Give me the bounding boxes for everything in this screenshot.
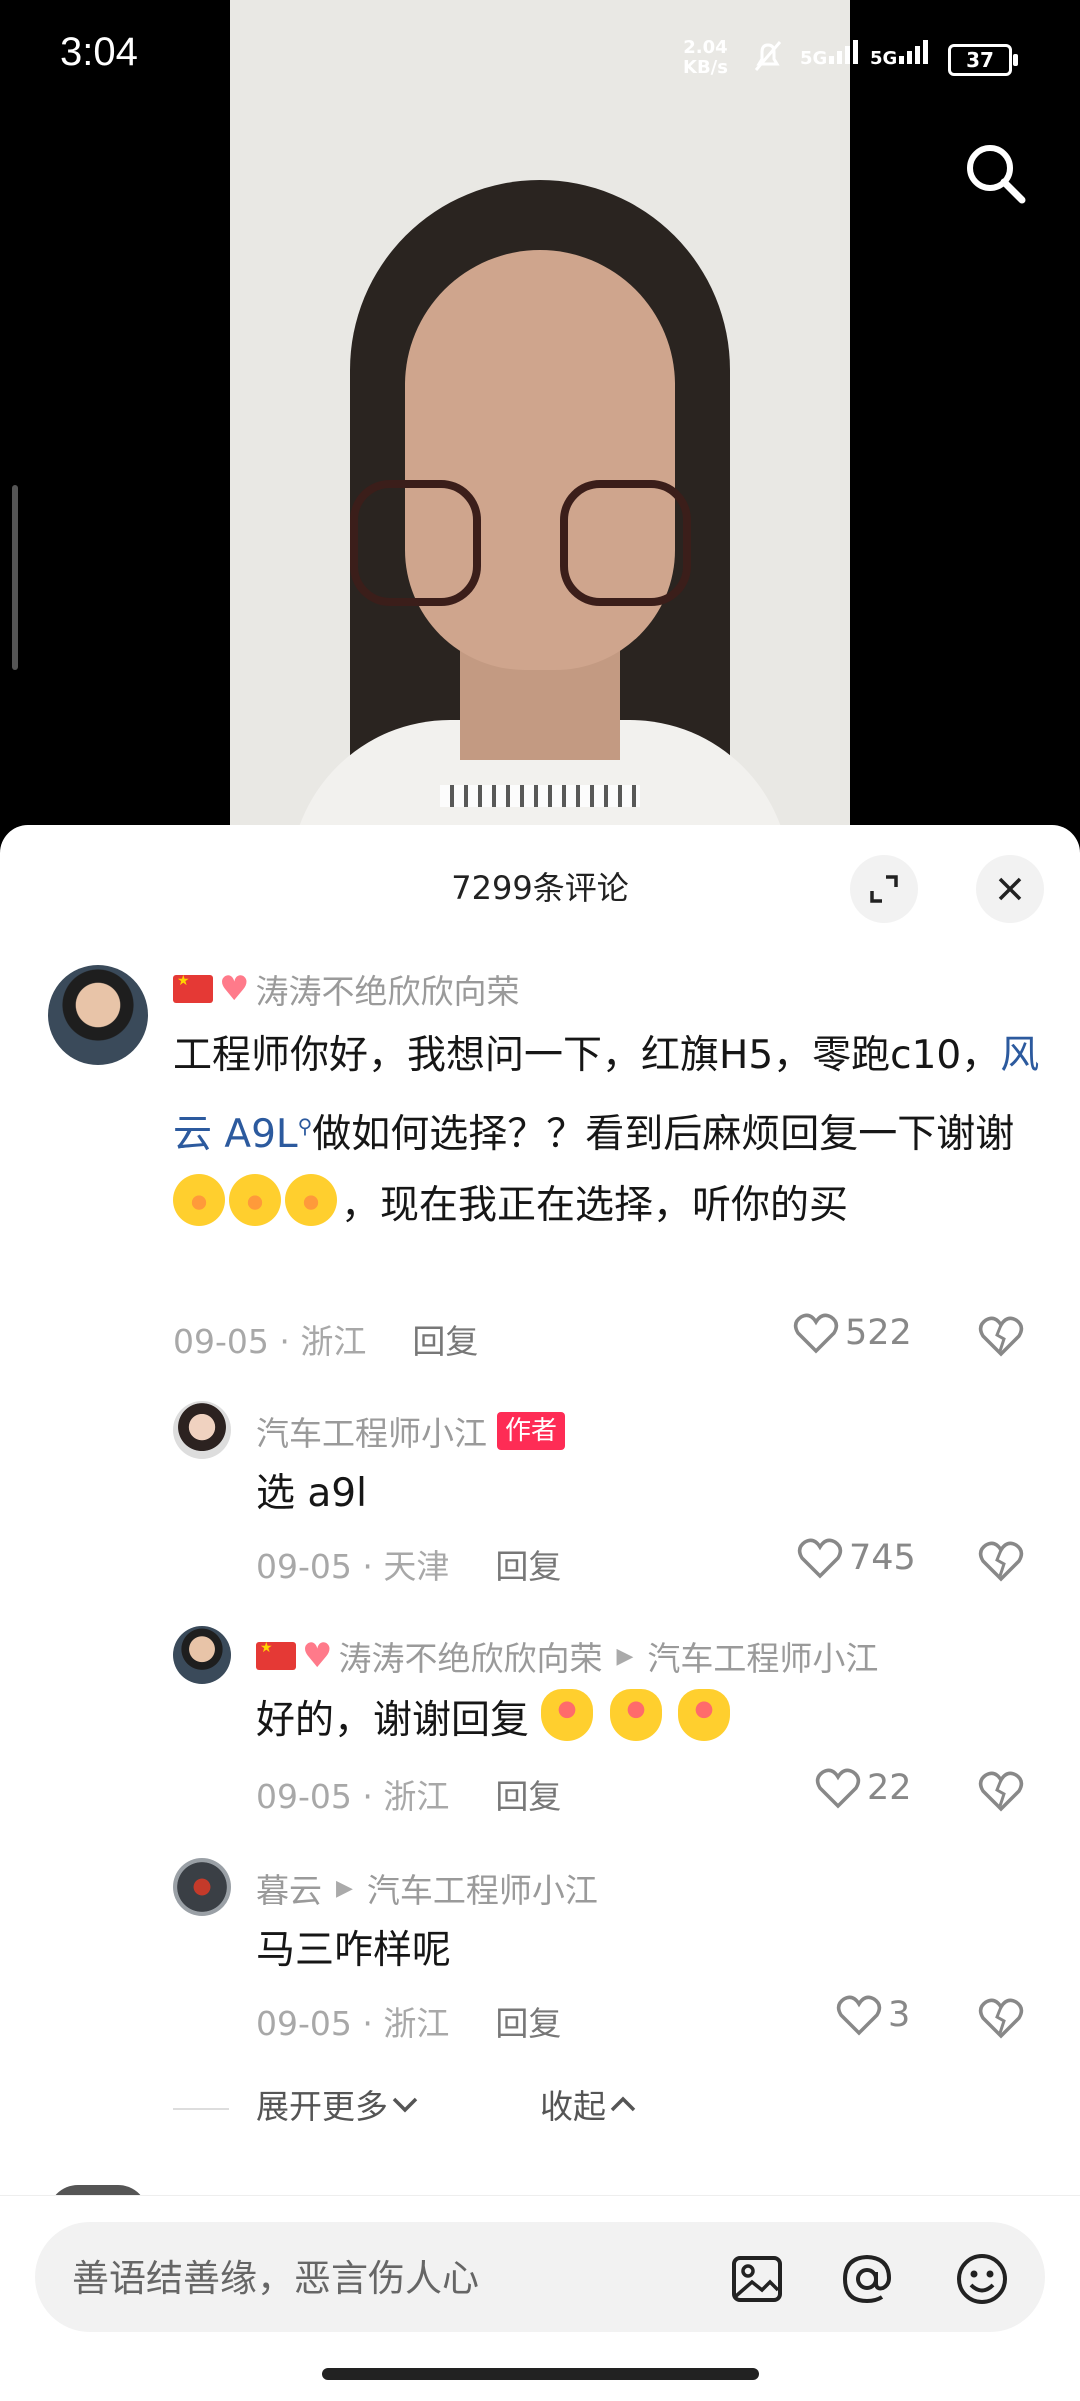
comment-username[interactable]: ♥ 涛涛不绝欣欣向荣 ▶ 汽车工程师小江 [256,1632,878,1680]
emoji-icon[interactable] [955,2252,1009,2306]
mute-bell-icon [754,41,782,71]
author-badge: 作者 [497,1412,566,1450]
reply-button[interactable]: 回复 [495,2004,561,2043]
reply-button[interactable]: 回复 [495,1777,561,1816]
like-button[interactable]: 22 [815,1767,912,1809]
heart-icon [836,1995,882,2036]
expand-icon [870,875,898,903]
comment-text: 马三咋样呢 [256,1928,452,1973]
avatar[interactable] [173,1858,231,1916]
like-button[interactable]: 745 [797,1537,916,1579]
expand-more-button[interactable]: 展开更多 [256,2080,422,2128]
like-button[interactable]: 3 [836,1994,910,2036]
like-button[interactable]: 522 [793,1312,912,1354]
comment-text: 工程师你好，我想问一下，红旗H5，零跑c10，风云 A9L⚲做如何选择？？看到后… [173,1033,1040,1228]
heart-emoji-icon: ♥ [302,1636,333,1676]
collapse-button[interactable]: 收起 [540,2080,640,2128]
crying-emoji-icon [229,1174,281,1226]
home-indicator[interactable] [322,2368,759,2380]
reply-arrow-icon: ▶ [336,1875,353,1901]
comment-text: 选 a9l [256,1471,367,1516]
comment-username[interactable]: 汽车工程师小江 作者 [256,1407,566,1455]
status-time: 3:04 [60,30,138,74]
finger-heart-emoji-icon [541,1689,594,1741]
broken-heart-icon[interactable] [978,1540,1024,1582]
comment-meta: 09-05 · 浙江 回复 [256,1777,562,1816]
avatar[interactable] [48,965,148,1065]
expand-button[interactable] [850,855,918,923]
close-icon [998,877,1022,901]
heart-emoji-icon: ♥ [219,969,250,1009]
glasses-lens-left [350,480,481,606]
video-subject-face [405,250,675,670]
battery-icon: 37 [948,44,1018,76]
chevron-down-icon [392,2097,418,2113]
network-speed: 2.04 KB/s [683,37,728,78]
crying-emoji-icon [173,1174,225,1226]
reply-button[interactable]: 回复 [412,1322,478,1361]
comment-username[interactable]: ♥ 涛涛不绝欣欣向荣 [173,965,519,1013]
comment-meta: 09-05 · 浙江 回复 [256,2004,562,2043]
comment-username[interactable]: 暮云 ▶ 汽车工程师小江 [256,1864,598,1912]
image-icon[interactable] [730,2252,784,2306]
avatar[interactable] [173,1401,231,1459]
comment-input-bar [35,2222,1045,2332]
sim1-signal: 5G [800,38,863,69]
sim2-signal: 5G [870,38,933,69]
thread-divider [173,2108,229,2110]
search-icon[interactable] [960,138,1030,208]
comment-meta: 09-05 · 浙江 回复 [173,1322,479,1361]
close-button[interactable] [976,855,1044,923]
at-icon[interactable] [840,2252,894,2306]
broken-heart-icon[interactable] [978,1770,1024,1812]
reply-button[interactable]: 回复 [495,1547,561,1586]
comment-text: 好的，谢谢回复 [256,1685,734,1756]
comment-input[interactable] [70,2247,714,2309]
broken-heart-icon[interactable] [978,1315,1024,1357]
avatar[interactable] [173,1626,231,1684]
china-flag-icon [173,973,213,1003]
crying-emoji-icon [285,1174,337,1226]
status-bar: 3:04 2.04 KB/s 5G 5G 37 [0,0,1080,120]
glasses-lens-right [560,480,691,606]
broken-heart-icon[interactable] [978,1997,1024,2039]
side-drag-handle[interactable] [12,485,18,670]
comment-meta: 09-05 · 天津 回复 [256,1547,562,1586]
finger-heart-emoji-icon [678,1689,731,1741]
heart-icon [797,1538,843,1579]
finger-heart-emoji-icon [609,1689,662,1741]
chevron-up-icon [610,2096,636,2112]
heart-icon [815,1768,861,1809]
video-player[interactable] [230,0,850,830]
heart-icon [793,1313,839,1354]
china-flag-icon [256,1640,296,1670]
video-subtitle [440,785,640,807]
comment-count-title: 7299条评论 [451,869,629,907]
reply-arrow-icon: ▶ [616,1643,634,1669]
